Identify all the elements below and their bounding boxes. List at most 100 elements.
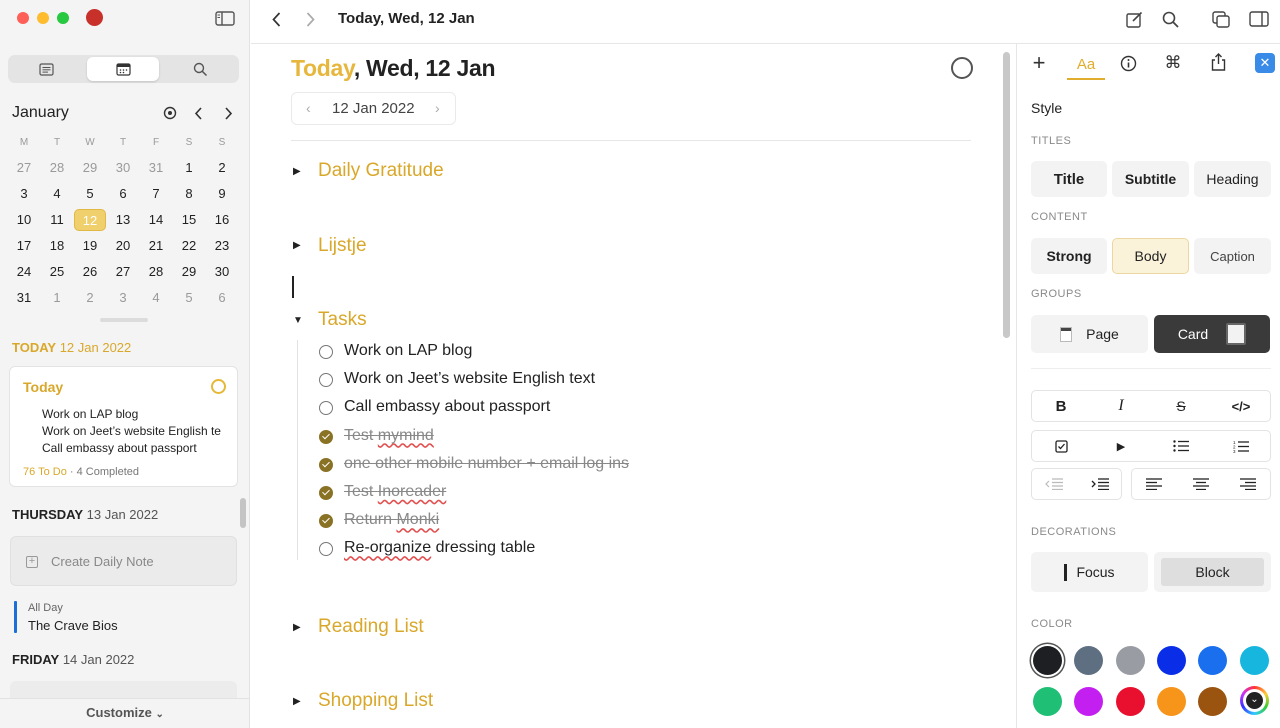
- calendar-day[interactable]: 23: [206, 235, 238, 257]
- forward-icon[interactable]: [302, 10, 318, 28]
- date-navigator-label[interactable]: 12 Jan 2022: [332, 100, 415, 117]
- strikethrough-icon[interactable]: S: [1151, 390, 1211, 422]
- outdent-icon[interactable]: [1031, 468, 1076, 500]
- color-swatch[interactable]: [1156, 687, 1186, 716]
- calendar-day[interactable]: 24: [8, 261, 40, 283]
- more-colors-icon[interactable]: ⌄: [1240, 686, 1269, 715]
- focus-decoration-button[interactable]: Focus: [1031, 552, 1148, 592]
- jump-to-today-icon[interactable]: [162, 105, 178, 121]
- close-window-button[interactable]: [17, 12, 29, 24]
- task-checkbox-checked[interactable]: [319, 486, 333, 500]
- bold-icon[interactable]: B: [1031, 390, 1091, 422]
- calendar-day[interactable]: 26: [74, 261, 106, 283]
- calendar-day[interactable]: 1: [173, 157, 205, 179]
- calendar-day[interactable]: 25: [41, 261, 73, 283]
- create-daily-note-button[interactable]: + Create Daily Note: [10, 536, 237, 586]
- calendar-day[interactable]: 29: [173, 261, 205, 283]
- align-left-icon[interactable]: [1131, 468, 1177, 500]
- back-icon[interactable]: [268, 10, 284, 28]
- calendar-day[interactable]: 5: [74, 183, 106, 205]
- calendar-day[interactable]: 17: [8, 235, 40, 257]
- task-item[interactable]: Work on Jeet’s website English text: [344, 370, 595, 388]
- calendar-day[interactable]: 16: [206, 209, 238, 231]
- app-extension-icon[interactable]: ✕: [1255, 53, 1275, 73]
- calendar-day[interactable]: 4: [41, 183, 73, 205]
- indent-icon[interactable]: [1077, 468, 1122, 500]
- color-swatch[interactable]: [1156, 646, 1186, 675]
- calendar-day[interactable]: 31: [8, 287, 40, 309]
- italic-icon[interactable]: I: [1091, 390, 1151, 422]
- task-checkbox[interactable]: [319, 401, 333, 416]
- calendar-day[interactable]: 5: [173, 287, 205, 309]
- collapsed-triangle-icon[interactable]: ▶: [293, 240, 301, 251]
- calendar-day[interactable]: 30: [206, 261, 238, 283]
- info-icon[interactable]: [1118, 53, 1138, 73]
- align-center-icon[interactable]: [1178, 468, 1224, 500]
- share-icon[interactable]: [1208, 52, 1228, 72]
- inspector-toggle-icon[interactable]: [1248, 9, 1270, 29]
- caption-style-button[interactable]: Caption: [1194, 238, 1271, 274]
- next-day-icon[interactable]: ›: [435, 100, 440, 116]
- next-month-icon[interactable]: [220, 105, 236, 121]
- today-note-card[interactable]: Today Work on LAP blog Work on Jeet’s we…: [9, 366, 238, 487]
- calendar-day[interactable]: 27: [107, 261, 139, 283]
- color-swatch[interactable]: [1198, 646, 1228, 675]
- minimize-window-button[interactable]: [37, 12, 49, 24]
- color-swatch[interactable]: [1115, 687, 1145, 716]
- color-swatch[interactable]: [1033, 646, 1062, 675]
- calendar-day[interactable]: 2: [74, 287, 106, 309]
- color-swatch[interactable]: [1198, 687, 1228, 716]
- calendar-day[interactable]: 13: [107, 209, 139, 231]
- customize-button[interactable]: Customize ⌄: [80, 705, 170, 720]
- calendar-day[interactable]: 8: [173, 183, 205, 205]
- task-checkbox[interactable]: [319, 345, 333, 359]
- task-checkbox-checked[interactable]: [319, 429, 333, 444]
- calendar-day[interactable]: 3: [8, 183, 40, 205]
- editor-scrollbar-thumb[interactable]: [1003, 52, 1010, 338]
- card-group-button[interactable]: Card: [1154, 315, 1270, 353]
- code-icon[interactable]: </>: [1211, 390, 1271, 422]
- plus-icon[interactable]: +: [1029, 50, 1049, 75]
- sidebar-scrollbar-thumb[interactable]: [240, 498, 246, 528]
- sidebar-toggle-icon[interactable]: [214, 9, 236, 27]
- task-item[interactable]: Work on LAP blog: [344, 342, 472, 360]
- numbered-list-icon[interactable]: 123: [1211, 430, 1271, 462]
- toggle-triangle-icon[interactable]: ▶: [1091, 430, 1151, 462]
- editor[interactable]: Today, Wed, 12 Jan ‹ 12 Jan 2022 › ▶ Dai…: [251, 44, 1015, 728]
- task-item[interactable]: Return Monki: [344, 511, 439, 529]
- calendar-day[interactable]: 20: [107, 235, 139, 257]
- calendar-day[interactable]: 10: [8, 209, 40, 231]
- heading-style-button[interactable]: Heading: [1194, 161, 1271, 197]
- task-item[interactable]: one other mobile number + email log ins: [344, 455, 629, 473]
- color-swatch[interactable]: [1033, 687, 1062, 716]
- calendar-day[interactable]: 30: [107, 157, 139, 179]
- task-checkbox-checked[interactable]: [319, 514, 333, 529]
- notes-view-tab[interactable]: [10, 57, 82, 81]
- command-icon[interactable]: ⌘: [1163, 53, 1183, 73]
- task-item[interactable]: Test mymind: [344, 427, 434, 445]
- calendar-day[interactable]: 31: [140, 157, 172, 179]
- page-group-button[interactable]: Page: [1031, 315, 1148, 353]
- calendar-day[interactable]: 11: [41, 209, 73, 231]
- block-decoration-button[interactable]: Block: [1154, 552, 1271, 592]
- calendar-day[interactable]: 12: [74, 209, 106, 231]
- calendar-event[interactable]: All Day The Crave Bios: [14, 601, 234, 635]
- task-checkbox[interactable]: [319, 542, 333, 557]
- search-icon[interactable]: [1160, 9, 1180, 29]
- calendar-view-tab[interactable]: [87, 57, 159, 81]
- expanded-triangle-icon[interactable]: ▼: [293, 315, 303, 326]
- calendar-day[interactable]: 14: [140, 209, 172, 231]
- body-style-button[interactable]: Body: [1112, 238, 1189, 274]
- collapsed-triangle-icon[interactable]: ▶: [293, 696, 301, 707]
- previous-day-icon[interactable]: ‹: [306, 100, 311, 116]
- calendar-day[interactable]: 3: [107, 287, 139, 309]
- collapsed-triangle-icon[interactable]: ▶: [293, 166, 301, 177]
- calendar-day[interactable]: 18: [41, 235, 73, 257]
- calendar-day[interactable]: 4: [140, 287, 172, 309]
- zoom-window-button[interactable]: [57, 12, 69, 24]
- search-view-tab[interactable]: [164, 57, 236, 81]
- checkbox-icon[interactable]: [1031, 430, 1091, 462]
- calendar-day[interactable]: 7: [140, 183, 172, 205]
- text-style-tab[interactable]: Aa: [1067, 50, 1105, 80]
- calendar-day[interactable]: 22: [173, 235, 205, 257]
